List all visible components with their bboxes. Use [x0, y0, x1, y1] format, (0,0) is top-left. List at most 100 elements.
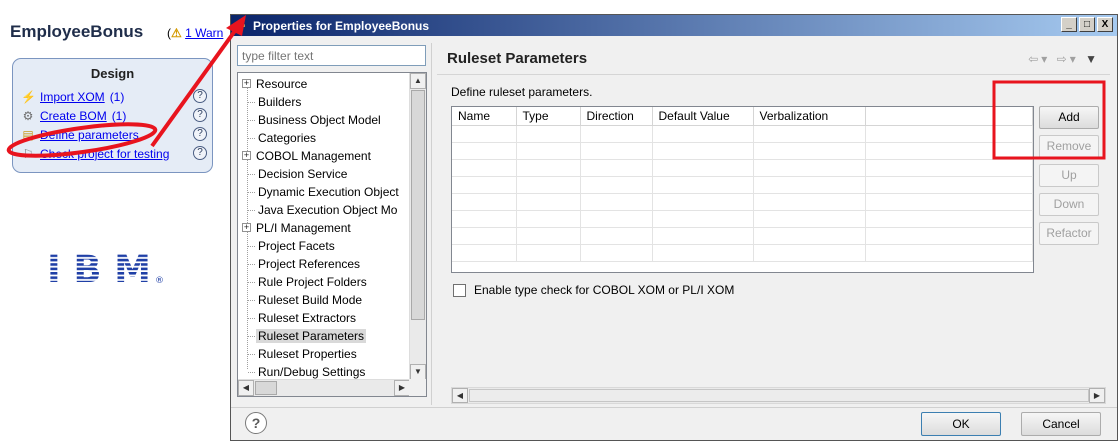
define-parameters-link[interactable]: Define parameters	[40, 128, 139, 142]
tree-item-ruleset-parameters[interactable]: Ruleset Parameters	[238, 327, 367, 345]
forward-menu-icon[interactable]: ▾	[1070, 52, 1079, 66]
tree-vertical-scrollbar[interactable]: ▲ ▼	[409, 73, 426, 380]
table-cell[interactable]	[452, 244, 517, 262]
column-header-type[interactable]: Type	[516, 107, 581, 126]
table-cell[interactable]	[452, 227, 517, 245]
table-row[interactable]	[452, 244, 1033, 262]
tree-item-ruleset-extractors[interactable]: Ruleset Extractors	[238, 309, 358, 327]
table-cell[interactable]	[865, 125, 1033, 143]
table-cell[interactable]	[753, 176, 866, 194]
minimize-button[interactable]: _	[1061, 17, 1077, 32]
tree-item-java-execution-object[interactable]: Java Execution Object Mo	[238, 201, 399, 219]
table-cell[interactable]	[865, 227, 1033, 245]
table-cell[interactable]	[652, 142, 754, 160]
table-cell[interactable]	[652, 210, 754, 228]
remove-button[interactable]: Remove	[1039, 135, 1099, 158]
tree-item-pli-management[interactable]: + PL/I Management	[238, 219, 353, 237]
tree-item-ruleset-build-mode[interactable]: Ruleset Build Mode	[238, 291, 364, 309]
table-cell[interactable]	[865, 210, 1033, 228]
parameters-table[interactable]: Name Type Direction Default Value Verbal…	[451, 106, 1034, 273]
column-header-name[interactable]: Name	[452, 107, 517, 126]
table-cell[interactable]	[452, 193, 517, 211]
tree-item-project-references[interactable]: Project References	[238, 255, 362, 273]
refactor-button[interactable]: Refactor	[1039, 222, 1099, 245]
table-cell[interactable]	[652, 193, 754, 211]
scroll-right-icon[interactable]: ▶	[1089, 388, 1105, 403]
design-item-check-project[interactable]: ⚐ Check project for testing ?	[21, 145, 207, 162]
tree-item-business-object-model[interactable]: Business Object Model	[238, 111, 383, 129]
table-cell[interactable]	[580, 159, 653, 177]
help-icon[interactable]: ?	[193, 108, 207, 122]
table-cell[interactable]	[516, 142, 581, 160]
expand-icon[interactable]: +	[242, 151, 251, 160]
table-cell[interactable]	[580, 210, 653, 228]
tree-horizontal-scrollbar[interactable]: ◀ ▶	[238, 379, 410, 396]
table-row[interactable]	[452, 210, 1033, 228]
column-header-default-value[interactable]: Default Value	[652, 107, 754, 126]
design-item-import-xom[interactable]: ⚡ Import XOM (1) ?	[21, 88, 207, 105]
table-cell[interactable]	[452, 176, 517, 194]
table-cell[interactable]	[652, 159, 754, 177]
scroll-thumb[interactable]	[411, 90, 425, 320]
table-cell[interactable]	[516, 193, 581, 211]
warning-link[interactable]: 1 Warn	[185, 26, 223, 40]
close-button[interactable]: X	[1097, 17, 1113, 32]
pane-sash[interactable]	[431, 43, 436, 405]
up-button[interactable]: Up	[1039, 164, 1099, 187]
help-icon[interactable]: ?	[193, 146, 207, 160]
tree-item-dynamic-execution-object[interactable]: Dynamic Execution Object	[238, 183, 401, 201]
table-cell[interactable]	[865, 244, 1033, 262]
help-icon[interactable]: ?	[193, 89, 207, 103]
tree-item-project-facets[interactable]: Project Facets	[238, 237, 337, 255]
cancel-button[interactable]: Cancel	[1021, 412, 1101, 436]
table-cell[interactable]	[753, 159, 866, 177]
table-row[interactable]	[452, 125, 1033, 143]
table-cell[interactable]	[652, 176, 754, 194]
back-icon[interactable]: ⇦	[1028, 52, 1041, 66]
check-project-link[interactable]: Check project for testing	[40, 147, 169, 161]
scroll-up-icon[interactable]: ▲	[410, 73, 426, 89]
table-cell[interactable]	[516, 227, 581, 245]
page-horizontal-scrollbar[interactable]: ◀ ▶	[451, 387, 1106, 404]
table-row[interactable]	[452, 193, 1033, 211]
table-cell[interactable]	[753, 244, 866, 262]
help-icon[interactable]: ?	[193, 127, 207, 141]
table-cell[interactable]	[516, 159, 581, 177]
table-cell[interactable]	[452, 142, 517, 160]
table-cell[interactable]	[452, 159, 517, 177]
table-cell[interactable]	[452, 210, 517, 228]
expand-icon[interactable]: +	[242, 79, 251, 88]
table-cell[interactable]	[865, 193, 1033, 211]
table-cell[interactable]	[452, 125, 517, 143]
import-xom-link[interactable]: Import XOM	[40, 90, 105, 104]
table-cell[interactable]	[516, 176, 581, 194]
design-item-create-bom[interactable]: ⚙ Create BOM (1) ?	[21, 107, 207, 124]
forward-icon[interactable]: ⇨	[1057, 52, 1070, 66]
table-cell[interactable]	[753, 193, 866, 211]
type-check-checkbox[interactable]	[453, 283, 466, 297]
table-cell[interactable]	[580, 125, 653, 143]
create-bom-link[interactable]: Create BOM	[40, 109, 107, 123]
dialog-titlebar[interactable]: ✚ Properties for EmployeeBonus _ □ X	[231, 15, 1117, 36]
scroll-thumb[interactable]	[469, 389, 1089, 402]
scroll-down-icon[interactable]: ▼	[410, 364, 426, 380]
table-cell[interactable]	[865, 176, 1033, 194]
tree-item-categories[interactable]: Categories	[238, 129, 318, 147]
table-cell[interactable]	[753, 227, 866, 245]
type-check-option[interactable]: Enable type check for COBOL XOM or PL/I …	[453, 283, 734, 297]
tree-item-builders[interactable]: Builders	[238, 93, 303, 111]
view-menu-icon[interactable]: ▼	[1085, 52, 1100, 66]
table-row[interactable]	[452, 176, 1033, 194]
tree-item-ruleset-properties[interactable]: Ruleset Properties	[238, 345, 359, 363]
table-row[interactable]	[452, 227, 1033, 245]
ok-button[interactable]: OK	[921, 412, 1001, 436]
table-cell[interactable]	[516, 125, 581, 143]
table-cell[interactable]	[865, 159, 1033, 177]
tree-item-resource[interactable]: + Resource	[238, 75, 309, 93]
table-cell[interactable]	[753, 125, 866, 143]
table-cell[interactable]	[580, 227, 653, 245]
table-cell[interactable]	[753, 210, 866, 228]
table-cell[interactable]	[580, 244, 653, 262]
table-cell[interactable]	[652, 244, 754, 262]
scroll-left-icon[interactable]: ◀	[238, 380, 254, 396]
